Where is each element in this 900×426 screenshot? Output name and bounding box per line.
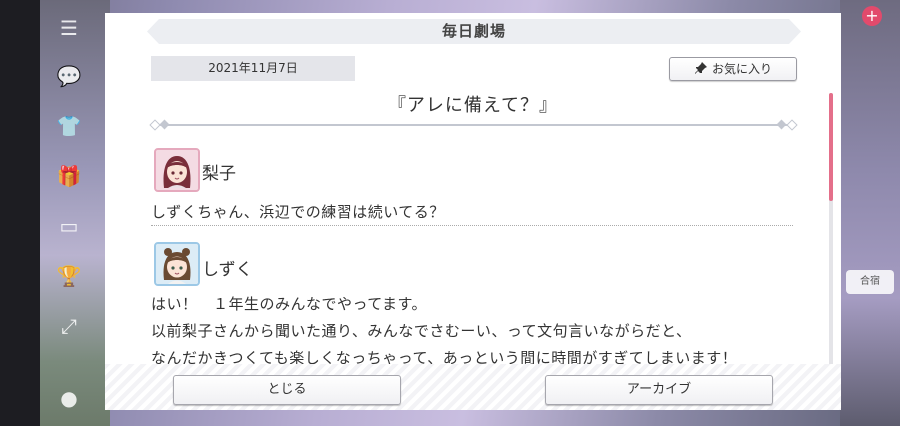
chat-icon[interactable]: 💬: [54, 62, 84, 90]
shirt-icon[interactable]: 👕: [54, 112, 84, 140]
riko-avatar: [154, 148, 200, 192]
close-button[interactable]: とじる: [173, 375, 401, 405]
plus-badge-icon[interactable]: +: [862, 6, 882, 26]
dialog-header-title: 毎日劇場: [147, 19, 801, 44]
dialogue-line: しずくちゃん、浜辺での練習は続いてる？: [151, 203, 445, 221]
pin-icon: [694, 58, 708, 80]
divider-diamond-right-outer: [786, 119, 798, 131]
divider-diamond-left-outer: [149, 119, 161, 131]
profile-icon[interactable]: ●: [54, 384, 84, 412]
entry-separator: [151, 225, 793, 226]
screen-icon[interactable]: ▭: [54, 212, 84, 240]
daily-theater-dialog: 毎日劇場 2021年11月7日 お気に入り 『アレに備えて？』 梨子 しずくちゃ…: [105, 13, 841, 410]
trophy-icon[interactable]: 🏆: [54, 262, 84, 290]
title-divider: [153, 124, 793, 126]
divider-diamond-left-inner: [159, 119, 170, 130]
favorite-button[interactable]: お気に入り: [669, 57, 797, 81]
archive-button[interactable]: アーカイブ: [545, 375, 773, 405]
speaker-name-shizuku: しずく: [202, 260, 253, 280]
date-label: 2021年11月7日: [151, 56, 355, 81]
speaker-name-riko: 梨子: [202, 164, 236, 184]
background-card-label[interactable]: 合宿: [846, 270, 894, 294]
menu-icon[interactable]: ☰: [54, 14, 84, 42]
episode-title: 『アレに備えて？』: [387, 95, 559, 116]
expand-icon[interactable]: ⤢: [54, 312, 84, 340]
gift-icon[interactable]: 🎁: [54, 162, 84, 190]
shizuku-avatar: [154, 242, 200, 286]
dialogue-line: はい！ １年生のみんなでやってます。: [151, 295, 428, 313]
background-right-strip: [840, 0, 900, 426]
scrollbar-thumb[interactable]: [829, 93, 833, 201]
favorite-label: お気に入り: [711, 62, 772, 76]
dialogue-line: 以前梨子さんから聞いた通り、みんなでさむーい、って文句言いながらだと、: [151, 322, 692, 340]
